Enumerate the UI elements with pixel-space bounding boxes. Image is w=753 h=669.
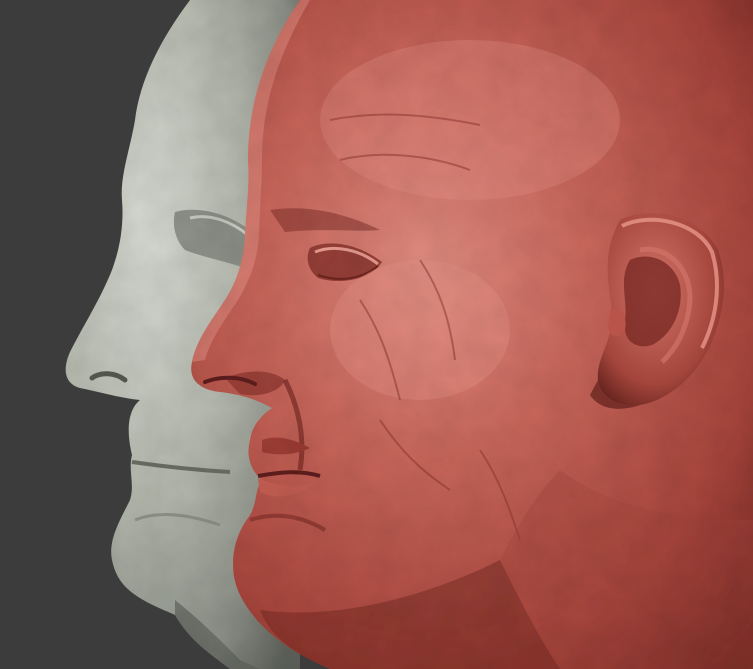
3d-viewport[interactable] [0, 0, 753, 669]
red-cheek-highlight [330, 260, 510, 400]
sculpt-render [0, 0, 753, 669]
red-temple-highlight [320, 40, 620, 200]
